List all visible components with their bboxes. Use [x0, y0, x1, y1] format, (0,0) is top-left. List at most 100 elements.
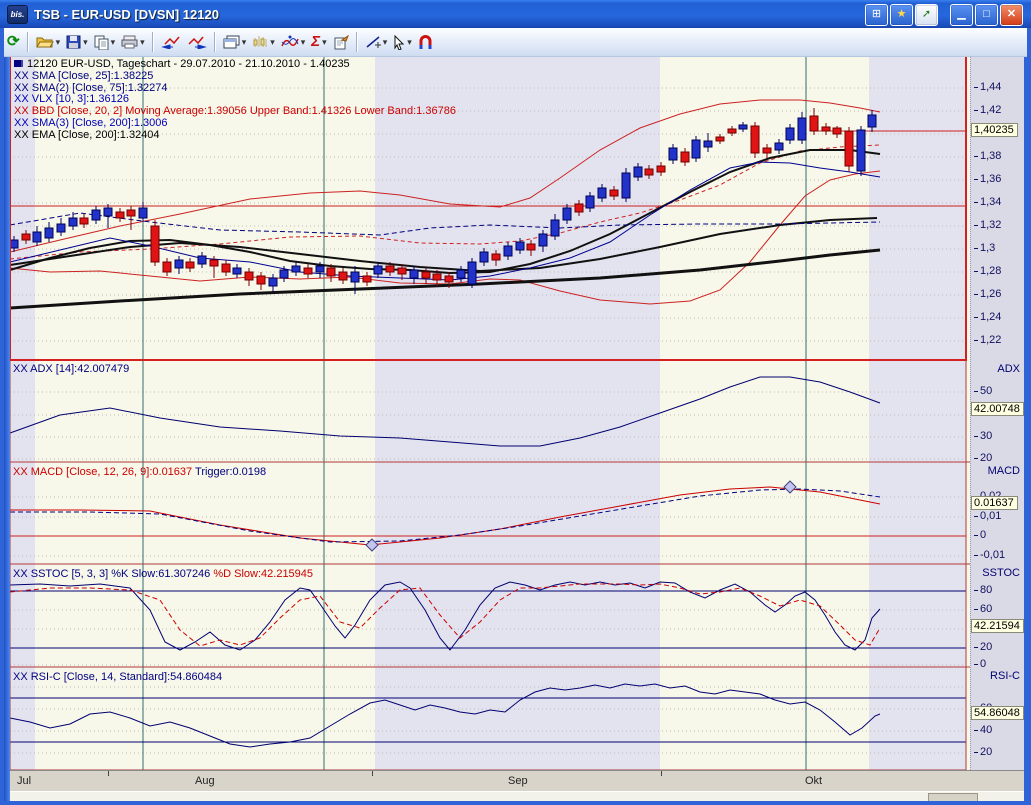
- open-folder-button[interactable]: ▾: [34, 30, 63, 54]
- candle-body[interactable]: [175, 260, 183, 268]
- adx-legend-row[interactable]: XX ADX [14]:42.007479: [13, 363, 129, 375]
- main-legend-row[interactable]: XX EMA [Close, 200]:1.32404: [14, 129, 160, 141]
- candle-body[interactable]: [739, 125, 747, 129]
- candle-body[interactable]: [868, 115, 876, 127]
- candle-body[interactable]: [327, 268, 335, 276]
- candle-body[interactable]: [845, 131, 853, 166]
- candle-body[interactable]: [151, 226, 159, 262]
- export-button[interactable]: ➚: [915, 4, 938, 26]
- candle-body[interactable]: [692, 140, 700, 158]
- candle-body[interactable]: [480, 252, 488, 262]
- dropdown-arrow-icon[interactable]: ▾: [270, 37, 275, 48]
- candle-body[interactable]: [457, 270, 465, 278]
- candle-body[interactable]: [422, 272, 430, 278]
- candle-body[interactable]: [292, 266, 300, 272]
- candle-body[interactable]: [139, 208, 147, 218]
- minimize-button[interactable]: ▁: [950, 4, 973, 26]
- candle-body[interactable]: [398, 268, 406, 274]
- candle-body[interactable]: [786, 128, 794, 140]
- dropdown-arrow-icon[interactable]: ▾: [83, 37, 88, 48]
- candle-body[interactable]: [80, 218, 88, 224]
- candle-body[interactable]: [22, 234, 30, 240]
- scrollbar-thumb[interactable]: [928, 793, 978, 802]
- copy-button[interactable]: ▾: [92, 30, 118, 54]
- candle-body[interactable]: [751, 126, 759, 153]
- candle-body[interactable]: [198, 256, 206, 264]
- dropdown-arrow-icon[interactable]: ▾: [56, 37, 61, 48]
- refresh-button[interactable]: ⟳: [5, 30, 22, 54]
- candle-body[interactable]: [704, 141, 712, 147]
- candle-body[interactable]: [245, 272, 253, 280]
- candle-body[interactable]: [516, 242, 524, 250]
- candle-body[interactable]: [681, 152, 689, 162]
- candle-body[interactable]: [775, 143, 783, 150]
- candle-body[interactable]: [504, 246, 512, 256]
- candle-body[interactable]: [69, 218, 77, 226]
- candle-body[interactable]: [10, 240, 18, 248]
- candle-body[interactable]: [351, 272, 359, 282]
- chart-type-button[interactable]: ▾: [250, 30, 277, 54]
- chart-forward-button[interactable]: [185, 30, 209, 54]
- candle-body[interactable]: [492, 254, 500, 260]
- candle-body[interactable]: [104, 208, 112, 216]
- candle-body[interactable]: [280, 270, 288, 278]
- candle-body[interactable]: [374, 266, 382, 274]
- candle-body[interactable]: [857, 130, 865, 171]
- candle-body[interactable]: [410, 270, 418, 278]
- sstoc-legend-row[interactable]: XX SSTOC [5, 3, 3] %K Slow:61.307246 %D …: [13, 568, 313, 580]
- candle-body[interactable]: [468, 262, 476, 284]
- candle-body[interactable]: [657, 166, 665, 172]
- candle-body[interactable]: [810, 116, 818, 131]
- candle-body[interactable]: [210, 260, 218, 266]
- save-button[interactable]: ▾: [64, 30, 90, 54]
- candle-body[interactable]: [716, 137, 724, 141]
- main-legend-row[interactable]: XX VLX [10, 3]:1.36126: [14, 93, 129, 105]
- close-button[interactable]: ✕: [1000, 4, 1023, 26]
- candle-body[interactable]: [798, 118, 806, 140]
- candle-body[interactable]: [833, 128, 841, 134]
- print-button[interactable]: ▾: [119, 30, 147, 54]
- candle-body[interactable]: [527, 244, 535, 250]
- dropdown-arrow-icon[interactable]: ▾: [242, 37, 247, 48]
- candle-body[interactable]: [575, 204, 583, 212]
- candle-body[interactable]: [669, 148, 677, 160]
- candle-body[interactable]: [222, 264, 230, 272]
- macd-legend-row[interactable]: XX MACD [Close, 12, 26, 9]:0.01637 Trigg…: [13, 466, 266, 478]
- candle-body[interactable]: [598, 188, 606, 198]
- main-legend-row[interactable]: XX SMA [Close, 25]:1.38225: [14, 70, 153, 82]
- main-legend-row[interactable]: XX SMA(3) [Close, 200]:1.3006: [14, 117, 167, 129]
- dropdown-arrow-icon[interactable]: ▾: [322, 37, 327, 48]
- candle-body[interactable]: [539, 234, 547, 246]
- candle-body[interactable]: [339, 272, 347, 280]
- dropdown-arrow-icon[interactable]: ▾: [301, 37, 306, 48]
- candle-body[interactable]: [363, 276, 371, 282]
- candle-body[interactable]: [269, 278, 277, 286]
- candle-body[interactable]: [186, 262, 194, 268]
- candle-body[interactable]: [433, 274, 441, 280]
- candle-body[interactable]: [33, 232, 41, 242]
- candle-body[interactable]: [551, 220, 559, 236]
- main-legend-row[interactable]: XX SMA(2) [Close, 75]:1.32274: [14, 82, 167, 94]
- candle-body[interactable]: [563, 208, 571, 220]
- candle-body[interactable]: [127, 210, 135, 216]
- candle-body[interactable]: [304, 268, 312, 274]
- candle-body[interactable]: [822, 127, 830, 131]
- panel-button[interactable]: ⊞: [865, 4, 888, 26]
- candle-body[interactable]: [763, 148, 771, 153]
- candle-body[interactable]: [610, 190, 618, 196]
- candle-body[interactable]: [45, 228, 53, 238]
- candle-body[interactable]: [728, 129, 736, 133]
- candle-body[interactable]: [92, 210, 100, 220]
- rsi-legend-row[interactable]: XX RSI-C [Close, 14, Standard]:54.860484: [13, 671, 222, 683]
- candle-body[interactable]: [622, 173, 630, 198]
- candle-body[interactable]: [57, 224, 65, 232]
- candle-body[interactable]: [445, 276, 453, 282]
- cursor-button[interactable]: ▾: [391, 30, 414, 54]
- chart-back-button[interactable]: [159, 30, 183, 54]
- maximize-button[interactable]: □: [975, 4, 998, 26]
- dropdown-arrow-icon[interactable]: ▾: [383, 37, 388, 48]
- properties-button[interactable]: [331, 30, 351, 54]
- dropdown-arrow-icon[interactable]: ▾: [111, 37, 116, 48]
- candle-body[interactable]: [316, 266, 324, 272]
- candle-body[interactable]: [634, 167, 642, 177]
